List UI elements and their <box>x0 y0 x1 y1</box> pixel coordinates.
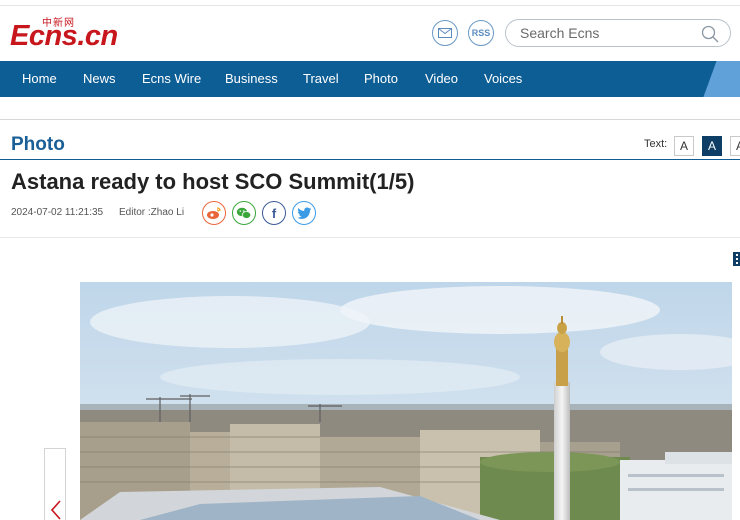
logo-text: Ecns.cn <box>10 20 118 52</box>
article-date: 2024-07-02 11:21:35 <box>11 207 104 218</box>
article-photo <box>80 282 732 520</box>
site-logo[interactable]: 中新网 Ecns.cn <box>10 12 140 54</box>
nav-item-business[interactable]: Business <box>225 61 278 97</box>
text-size-medium-button[interactable]: A <box>702 136 722 156</box>
mail-icon[interactable] <box>432 20 458 46</box>
section-rule <box>0 159 740 160</box>
nav-item-travel[interactable]: Travel <box>303 61 339 97</box>
section-title[interactable]: Photo <box>11 134 65 156</box>
search-input[interactable] <box>520 24 690 42</box>
nav-item-photo[interactable]: Photo <box>364 61 398 97</box>
nav-item-ecns-wire[interactable]: Ecns Wire <box>142 61 201 97</box>
main-nav: Home News Ecns Wire Business Travel Phot… <box>0 61 740 97</box>
meta-divider <box>0 237 740 238</box>
twitter-icon[interactable] <box>292 201 316 225</box>
rss-label: RSS <box>471 28 491 38</box>
weibo-icon[interactable] <box>202 201 226 225</box>
nav-item-home[interactable]: Home <box>22 61 57 97</box>
search-icon[interactable] <box>700 24 720 44</box>
divider <box>0 119 740 120</box>
article-headline: Astana ready to host SCO Summit(1/5) <box>11 169 415 194</box>
search-box[interactable] <box>505 19 731 47</box>
nav-item-voices[interactable]: Voices <box>484 61 522 97</box>
menu-dots-icon[interactable] <box>733 252 740 266</box>
top-strip <box>0 0 740 6</box>
article-editor: Editor :Zhao Li <box>119 207 185 218</box>
wechat-icon[interactable] <box>232 201 256 225</box>
chevron-left-icon <box>50 500 61 520</box>
text-size-small-button[interactable]: A <box>674 136 694 156</box>
rss-icon[interactable]: RSS <box>468 20 494 46</box>
facebook-icon[interactable]: f <box>262 201 286 225</box>
nav-item-news[interactable]: News <box>83 61 116 97</box>
text-size-large-button[interactable]: A <box>730 136 740 156</box>
nav-item-video[interactable]: Video <box>425 61 458 97</box>
previous-photo-button[interactable] <box>44 448 66 520</box>
astana-skyline-image <box>80 282 732 520</box>
nav-accent-stripe <box>703 61 740 97</box>
text-size-label: Text: <box>644 138 668 150</box>
